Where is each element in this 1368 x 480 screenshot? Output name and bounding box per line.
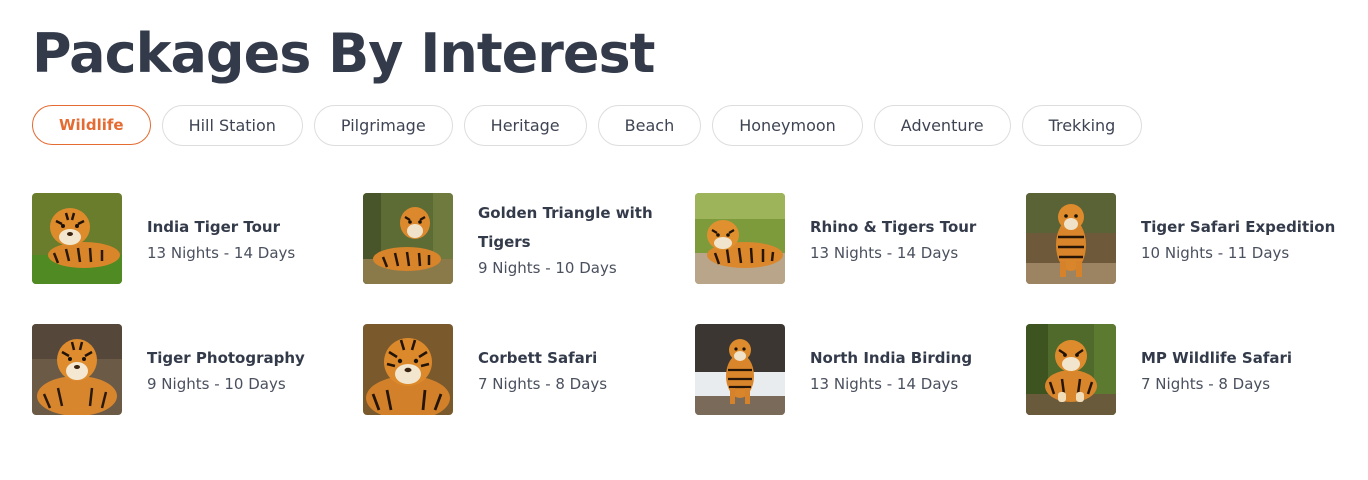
package-duration: 13 Nights - 14 Days bbox=[147, 244, 296, 262]
package-info: Corbett Safari 7 Nights - 8 Days bbox=[478, 344, 683, 395]
tab-pilgrimage[interactable]: Pilgrimage bbox=[313, 105, 453, 146]
package-card[interactable]: Tiger Photography 9 Nights - 10 Days bbox=[32, 324, 363, 415]
package-info: Tiger Photography 9 Nights - 10 Days bbox=[147, 344, 352, 395]
package-card[interactable]: MP Wildlife Safari 7 Nights - 8 Days bbox=[1026, 324, 1352, 415]
package-card[interactable]: India Tiger Tour 13 Nights - 14 Days bbox=[32, 193, 363, 284]
package-title[interactable]: Tiger Safari Expedition bbox=[1141, 213, 1346, 242]
package-card[interactable]: Golden Triangle with Tigers 9 Nights - 1… bbox=[363, 193, 695, 284]
package-duration: 13 Nights - 14 Days bbox=[810, 375, 959, 393]
package-card[interactable]: North India Birding 13 Nights - 14 Days bbox=[695, 324, 1026, 415]
package-card[interactable]: Rhino & Tigers Tour 13 Nights - 14 Days bbox=[695, 193, 1026, 284]
tab-heritage[interactable]: Heritage bbox=[463, 105, 587, 146]
tiger-resting-forest-photo[interactable] bbox=[363, 193, 453, 284]
tiger-lying-grass-photo[interactable] bbox=[32, 193, 122, 284]
tab-hill-station[interactable]: Hill Station bbox=[161, 105, 303, 146]
package-title[interactable]: North India Birding bbox=[810, 344, 1015, 373]
tiger-lying-ground-photo[interactable] bbox=[695, 193, 785, 284]
package-duration: 9 Nights - 10 Days bbox=[147, 375, 286, 393]
tab-adventure[interactable]: Adventure bbox=[873, 105, 1011, 146]
tiger-portrait-photo[interactable] bbox=[32, 324, 122, 415]
package-duration: 10 Nights - 11 Days bbox=[1141, 244, 1290, 262]
tiger-closeup-photo[interactable] bbox=[363, 324, 453, 415]
tiger-snow-photo[interactable] bbox=[695, 324, 785, 415]
package-duration: 9 Nights - 10 Days bbox=[478, 258, 617, 277]
package-card[interactable]: Tiger Safari Expedition 10 Nights - 11 D… bbox=[1026, 193, 1352, 284]
package-title[interactable]: India Tiger Tour bbox=[147, 213, 352, 242]
tab-beach[interactable]: Beach bbox=[597, 105, 702, 146]
package-title[interactable]: Rhino & Tigers Tour bbox=[810, 213, 1015, 242]
package-info: India Tiger Tour 13 Nights - 14 Days bbox=[147, 213, 352, 264]
package-info: North India Birding 13 Nights - 14 Days bbox=[810, 344, 1015, 395]
package-title[interactable]: Golden Triangle with Tigers bbox=[478, 199, 683, 257]
package-card[interactable]: Corbett Safari 7 Nights - 8 Days bbox=[363, 324, 695, 415]
tiger-walking-photo[interactable] bbox=[1026, 193, 1116, 284]
package-grid: India Tiger Tour 13 Nights - 14 Days Gol… bbox=[32, 193, 1352, 415]
package-title[interactable]: MP Wildlife Safari bbox=[1141, 344, 1346, 373]
tab-wildlife[interactable]: Wildlife bbox=[32, 105, 151, 145]
tab-trekking[interactable]: Trekking bbox=[1021, 105, 1143, 146]
package-info: Golden Triangle with Tigers 9 Nights - 1… bbox=[478, 199, 683, 279]
tab-honeymoon[interactable]: Honeymoon bbox=[712, 105, 863, 146]
page-title: Packages By Interest bbox=[32, 22, 655, 85]
package-duration: 7 Nights - 8 Days bbox=[478, 375, 608, 393]
package-title[interactable]: Corbett Safari bbox=[478, 344, 683, 373]
package-title[interactable]: Tiger Photography bbox=[147, 344, 352, 373]
interest-tabs: Wildlife Hill Station Pilgrimage Heritag… bbox=[32, 105, 1143, 146]
package-duration: 7 Nights - 8 Days bbox=[1141, 375, 1271, 393]
package-info: Rhino & Tigers Tour 13 Nights - 14 Days bbox=[810, 213, 1015, 264]
tiger-sitting-jungle-photo[interactable] bbox=[1026, 324, 1116, 415]
package-duration: 13 Nights - 14 Days bbox=[810, 244, 959, 262]
package-info: Tiger Safari Expedition 10 Nights - 11 D… bbox=[1141, 213, 1346, 264]
package-info: MP Wildlife Safari 7 Nights - 8 Days bbox=[1141, 344, 1346, 395]
